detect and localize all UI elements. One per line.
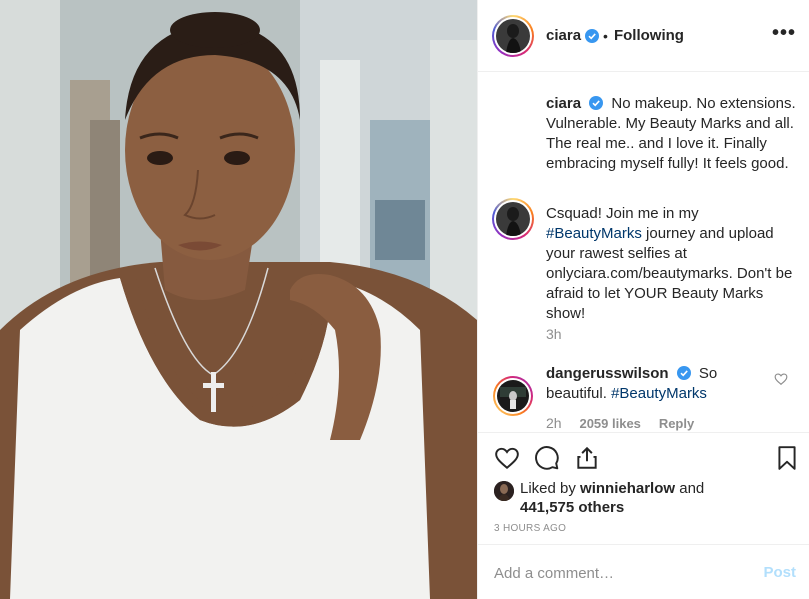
liked-by-avatar[interactable]: [494, 481, 514, 501]
post-header: ciara • Following •••: [478, 0, 809, 72]
reply-author-avatar[interactable]: [492, 375, 534, 417]
more-options-icon[interactable]: •••: [772, 23, 796, 43]
liked-by-and: and: [679, 480, 705, 497]
selfie-image: [0, 0, 477, 599]
comment-avatar-image: [496, 202, 530, 236]
comments-list[interactable]: ciara No makeup. No extensions. Vulnerab…: [478, 72, 809, 432]
verified-badge-icon: [585, 28, 600, 43]
reply-button[interactable]: Reply: [659, 416, 694, 431]
hashtag-link[interactable]: #BeautyMarks: [546, 225, 642, 242]
comment-like-heart-icon[interactable]: [774, 372, 788, 386]
liked-by-line: Liked by winnieharlow and 441,575 others: [494, 479, 804, 517]
post-timestamp[interactable]: 3 HOURS AGO: [494, 523, 566, 534]
post-photo[interactable]: [0, 0, 477, 599]
reply-time[interactable]: 2h: [546, 415, 562, 431]
reply-meta: 2h 2059 likes Reply: [546, 415, 708, 431]
add-comment-bar: Post: [478, 544, 809, 599]
post-actions: Liked by winnieharlow and 441,575 others…: [478, 432, 809, 544]
post-comment-button[interactable]: Post: [763, 564, 796, 581]
owner-comment-text-start: Csquad! Join me in my: [546, 205, 699, 222]
verified-badge-icon: [676, 366, 691, 380]
verified-badge-icon: [589, 96, 604, 110]
reply-likes[interactable]: 2059 likes: [579, 416, 640, 431]
owner-comment-time[interactable]: 3h: [546, 326, 562, 342]
add-comment-input[interactable]: [494, 561, 734, 585]
reply-comment: dangerusswilson So beautiful. #BeautyMar…: [546, 364, 774, 404]
following-button[interactable]: Following: [614, 27, 684, 44]
liked-by-prefix: Liked by: [520, 480, 576, 497]
author-username[interactable]: ciara: [546, 27, 581, 44]
post-side-panel: ciara • Following ••• ciara No makeup. N…: [477, 0, 809, 599]
author-avatar-image: [496, 18, 530, 53]
comment-bubble-icon[interactable]: [534, 445, 560, 471]
share-icon[interactable]: [574, 445, 600, 471]
post-caption: ciara No makeup. No extensions. Vulnerab…: [546, 94, 798, 174]
comment-author-avatar[interactable]: [492, 198, 534, 240]
heart-icon[interactable]: [494, 445, 520, 471]
caption-username[interactable]: ciara: [546, 95, 581, 112]
owner-comment: Csquad! Join me in my #BeautyMarks journ…: [546, 204, 798, 324]
header-separator: •: [603, 27, 608, 44]
likes-count[interactable]: 441,575 others: [520, 499, 624, 516]
liked-by-user[interactable]: winnieharlow: [580, 480, 675, 497]
author-avatar[interactable]: [492, 14, 534, 57]
bookmark-icon[interactable]: [774, 445, 800, 471]
reply-hashtag-link[interactable]: #BeautyMarks: [611, 385, 707, 402]
reply-username[interactable]: dangerusswilson: [546, 365, 669, 382]
caption-text: No makeup. No extensions. Vulnerable. My…: [546, 95, 796, 172]
